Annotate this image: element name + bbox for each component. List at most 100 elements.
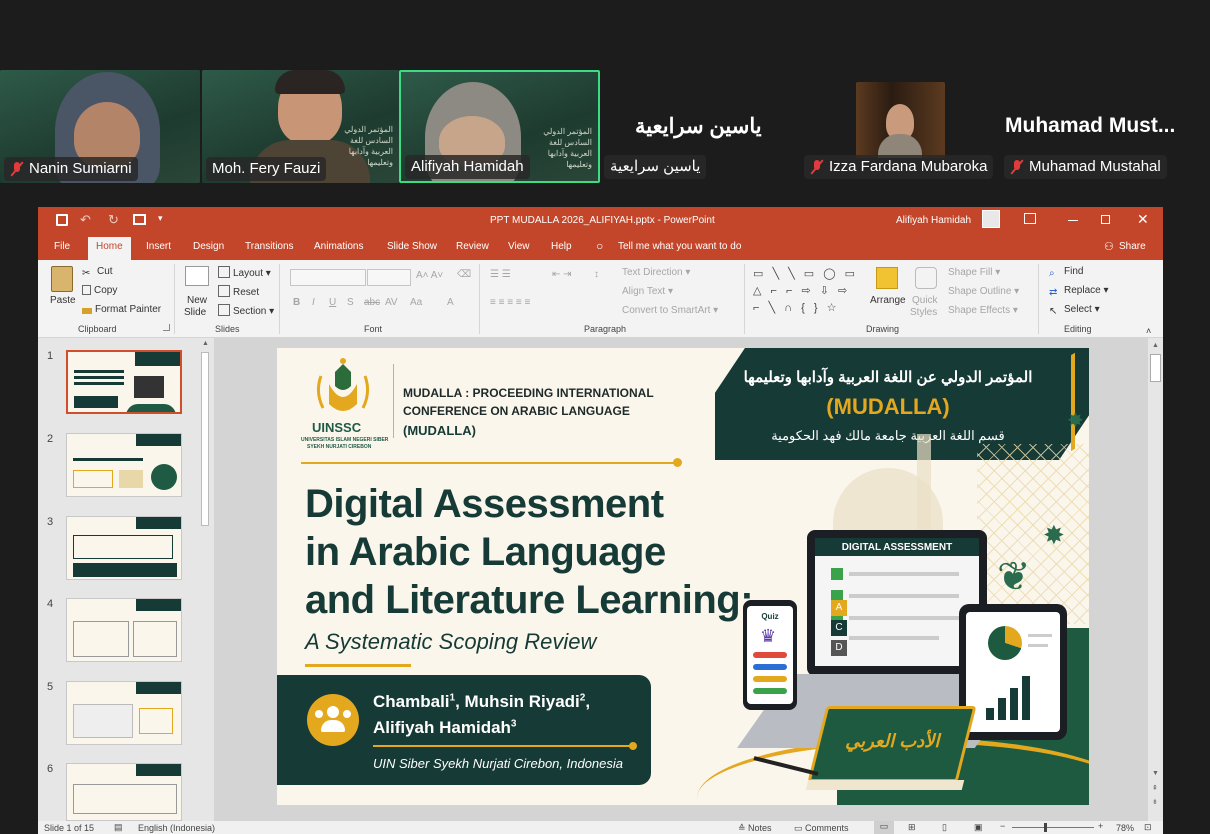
collapse-ribbon-icon[interactable]: ˄: [1146, 326, 1151, 336]
find-button[interactable]: ⌕ Find: [1049, 266, 1083, 280]
slide-thumbnail-6[interactable]: [66, 763, 182, 821]
normal-view-icon[interactable]: ▭: [874, 821, 894, 834]
search-icon: ⌕: [1049, 268, 1055, 279]
tab-insert[interactable]: Insert: [146, 241, 171, 252]
group-label-editing: Editing: [1064, 324, 1092, 334]
new-slide-button[interactable]: New: [187, 295, 207, 306]
participant-tile[interactable]: Nanin Sumiarni: [0, 70, 200, 183]
underline-button[interactable]: U: [329, 297, 336, 308]
slide-thumbnail-2[interactable]: [66, 433, 182, 497]
shadow-button[interactable]: S: [347, 297, 354, 308]
font-color-icon[interactable]: A: [447, 297, 454, 308]
fit-slide-icon[interactable]: ⊡: [1144, 822, 1152, 833]
mic-muted-icon: [1010, 159, 1024, 175]
tab-review[interactable]: Review: [456, 241, 489, 252]
layout-button[interactable]: Layout ▾: [218, 266, 271, 279]
reading-view-icon[interactable]: ▯: [942, 822, 947, 833]
redo-icon[interactable]: ↻: [108, 212, 119, 228]
participant-tile[interactable]: [856, 82, 945, 158]
thumbnail-scrollbar[interactable]: ▲: [199, 338, 211, 821]
paste-button[interactable]: Paste: [50, 295, 76, 306]
lightbulb-icon: ○: [596, 239, 604, 253]
new-slide-dropdown[interactable]: Slide: [184, 307, 206, 318]
replace-icon: ⇄: [1049, 287, 1058, 298]
strikethrough-button[interactable]: abc: [364, 297, 380, 308]
quick-styles-button[interactable]: Quick: [912, 295, 938, 306]
paste-icon[interactable]: [51, 266, 73, 292]
shapes-gallery[interactable]: ▭ ╲ ╲ ▭ ◯ ▭ △ ⌐ ⌐ ⇨ ⇩ ⇨ ⌐ ╲ ∩ { } ☆: [753, 266, 865, 320]
change-case-icon[interactable]: Aa: [410, 297, 422, 308]
zoom-level[interactable]: 78%: [1116, 823, 1134, 833]
tab-view[interactable]: View: [508, 241, 530, 252]
share-button[interactable]: Share: [1119, 241, 1146, 252]
shape-outline-button[interactable]: Shape Outline ▾: [948, 286, 1019, 297]
shape-fill-button[interactable]: Shape Fill ▾: [948, 267, 1000, 278]
comments-button[interactable]: ▭ Comments: [794, 823, 849, 834]
notes-button[interactable]: ≙ Notes: [738, 823, 772, 834]
language-indicator[interactable]: English (Indonesia): [138, 823, 215, 833]
align-icons[interactable]: ≡ ≡ ≡ ≡ ≡: [490, 297, 530, 308]
slideshow-view-icon[interactable]: ▣: [974, 822, 983, 833]
participant-tile-active[interactable]: المؤتمر الدولي السادس للغة العربية وآداب…: [399, 70, 600, 183]
present-icon[interactable]: [133, 214, 146, 225]
close-button[interactable]: ✕: [1137, 211, 1149, 228]
vertical-scrollbar[interactable]: ▲ ▼ ⇞ ⇟: [1148, 338, 1163, 821]
arrange-icon[interactable]: [876, 267, 898, 289]
font-size-box[interactable]: [367, 269, 411, 286]
save-icon[interactable]: [56, 214, 68, 226]
line-spacing-icon[interactable]: ↕: [594, 269, 599, 280]
shape-effects-button[interactable]: Shape Effects ▾: [948, 305, 1018, 316]
align-text-button[interactable]: Align Text ▾: [622, 286, 673, 297]
minimize-button[interactable]: [1068, 220, 1078, 221]
quick-styles-icon[interactable]: [915, 267, 937, 289]
conference-name-line-2: CONFERENCE ON ARABIC LANGUAGE: [403, 404, 630, 418]
section-button[interactable]: Section ▾: [218, 304, 274, 317]
slide-sorter-icon[interactable]: ⊞: [908, 822, 916, 833]
zoom-slider-thumb[interactable]: [1044, 823, 1047, 832]
zoom-slider[interactable]: [1012, 827, 1094, 828]
font-name-box[interactable]: [290, 269, 366, 286]
copy-button[interactable]: Copy: [82, 285, 117, 296]
bullets-icon[interactable]: ☰ ☰: [490, 269, 511, 280]
italic-button[interactable]: I: [312, 297, 315, 308]
reset-button[interactable]: Reset: [218, 285, 259, 298]
new-slide-icon[interactable]: [185, 266, 209, 286]
text-direction-button[interactable]: Text Direction ▾: [622, 267, 690, 278]
spellcheck-icon[interactable]: ▤: [114, 822, 123, 833]
dialog-launcher-icon[interactable]: [163, 324, 170, 331]
ribbon-display-icon[interactable]: [1024, 213, 1036, 224]
minaret: [917, 434, 931, 544]
smartart-button[interactable]: Convert to SmartArt ▾: [622, 305, 718, 316]
tab-slide-show[interactable]: Slide Show: [387, 241, 437, 252]
format-painter-button[interactable]: Format Painter: [82, 304, 161, 315]
slide-thumbnail-5[interactable]: [66, 681, 182, 745]
tab-design[interactable]: Design: [193, 241, 224, 252]
spacing-icon[interactable]: AV: [385, 297, 398, 308]
select-button[interactable]: ↖ Select ▾: [1049, 304, 1100, 318]
slide-thumbnail-4[interactable]: [66, 598, 182, 662]
tell-me-box[interactable]: Tell me what you want to do: [618, 241, 741, 252]
zoom-out-button[interactable]: −: [1000, 821, 1005, 831]
slide-thumbnail-1[interactable]: [66, 350, 182, 414]
restore-button[interactable]: [1101, 215, 1110, 224]
cut-button[interactable]: ✂ Cut: [82, 266, 113, 280]
tab-help[interactable]: Help: [551, 241, 572, 252]
bold-button[interactable]: B: [293, 297, 300, 308]
current-slide[interactable]: UINSSC UNIVERSITAS ISLAM NEGERI SIBER SY…: [277, 348, 1089, 805]
tab-file[interactable]: File: [54, 241, 70, 252]
tab-home[interactable]: Home: [88, 237, 131, 260]
participant-tile[interactable]: المؤتمر الدولي السادس للغة العربية وآداب…: [202, 70, 399, 183]
tab-transitions[interactable]: Transitions: [245, 241, 294, 252]
grow-font-icon[interactable]: A˄ A˅: [416, 270, 443, 281]
undo-icon[interactable]: ↶: [80, 212, 91, 228]
clear-format-icon[interactable]: ⌫: [457, 269, 471, 280]
avatar[interactable]: [982, 210, 1000, 228]
zoom-in-button[interactable]: +: [1098, 821, 1103, 831]
arrange-button[interactable]: Arrange: [870, 295, 906, 306]
slide-thumbnail-3[interactable]: [66, 516, 182, 580]
tab-animations[interactable]: Animations: [314, 241, 363, 252]
indent-icon[interactable]: ⇤ ⇥: [552, 269, 572, 280]
replace-button[interactable]: ⇄ Replace ▾: [1049, 285, 1109, 299]
account-name[interactable]: Alifiyah Hamidah: [896, 215, 971, 226]
customize-toolbar-icon[interactable]: ▾: [158, 213, 163, 224]
